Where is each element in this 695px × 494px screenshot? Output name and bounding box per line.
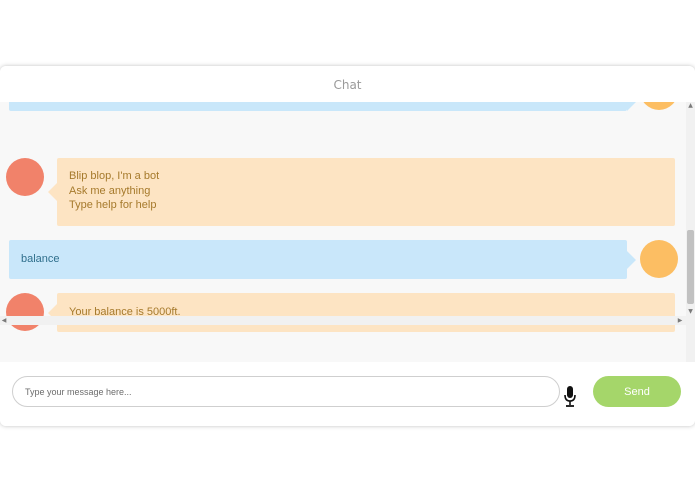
chat-title: Chat (333, 78, 362, 92)
horizontal-scrollbar[interactable]: ◀ ▶ (0, 316, 686, 325)
scroll-up-icon[interactable]: ▲ (687, 102, 694, 110)
chat-window: Chat Blip blop, I'm a bot Ask me anythin… (0, 66, 695, 426)
message-text: Your balance is 5000ft. (69, 306, 181, 318)
bot-message-bubble: Your balance is 5000ft. (48, 293, 675, 332)
message-composer: Send (0, 362, 695, 426)
send-button[interactable]: Send (593, 376, 681, 407)
chat-header: Chat (0, 66, 695, 102)
scroll-left-icon[interactable]: ◀ (0, 316, 8, 325)
scroll-right-icon[interactable]: ▶ (676, 316, 684, 325)
message-text: Ask me anything (69, 184, 151, 197)
bot-avatar (6, 158, 44, 196)
message-text: balance (21, 253, 60, 265)
bot-message-bubble: Blip blop, I'm a bot Ask me anything Typ… (48, 158, 675, 226)
vertical-scrollbar[interactable]: ▲ ▼ (686, 102, 695, 380)
user-message-bubble (9, 102, 636, 111)
message-list[interactable]: Blip blop, I'm a bot Ask me anything Typ… (0, 102, 686, 380)
user-message-bubble: balance (9, 240, 636, 279)
message-text: Type help for help (69, 199, 157, 211)
microphone-icon[interactable] (563, 386, 577, 408)
user-avatar (640, 102, 678, 110)
message-input[interactable] (12, 376, 560, 407)
scrollbar-thumb[interactable] (687, 230, 694, 304)
message-text: Blip blop, I'm a bot (69, 170, 160, 182)
user-avatar (640, 240, 678, 278)
bot-avatar (6, 293, 44, 331)
scroll-down-icon[interactable]: ▼ (687, 308, 694, 316)
